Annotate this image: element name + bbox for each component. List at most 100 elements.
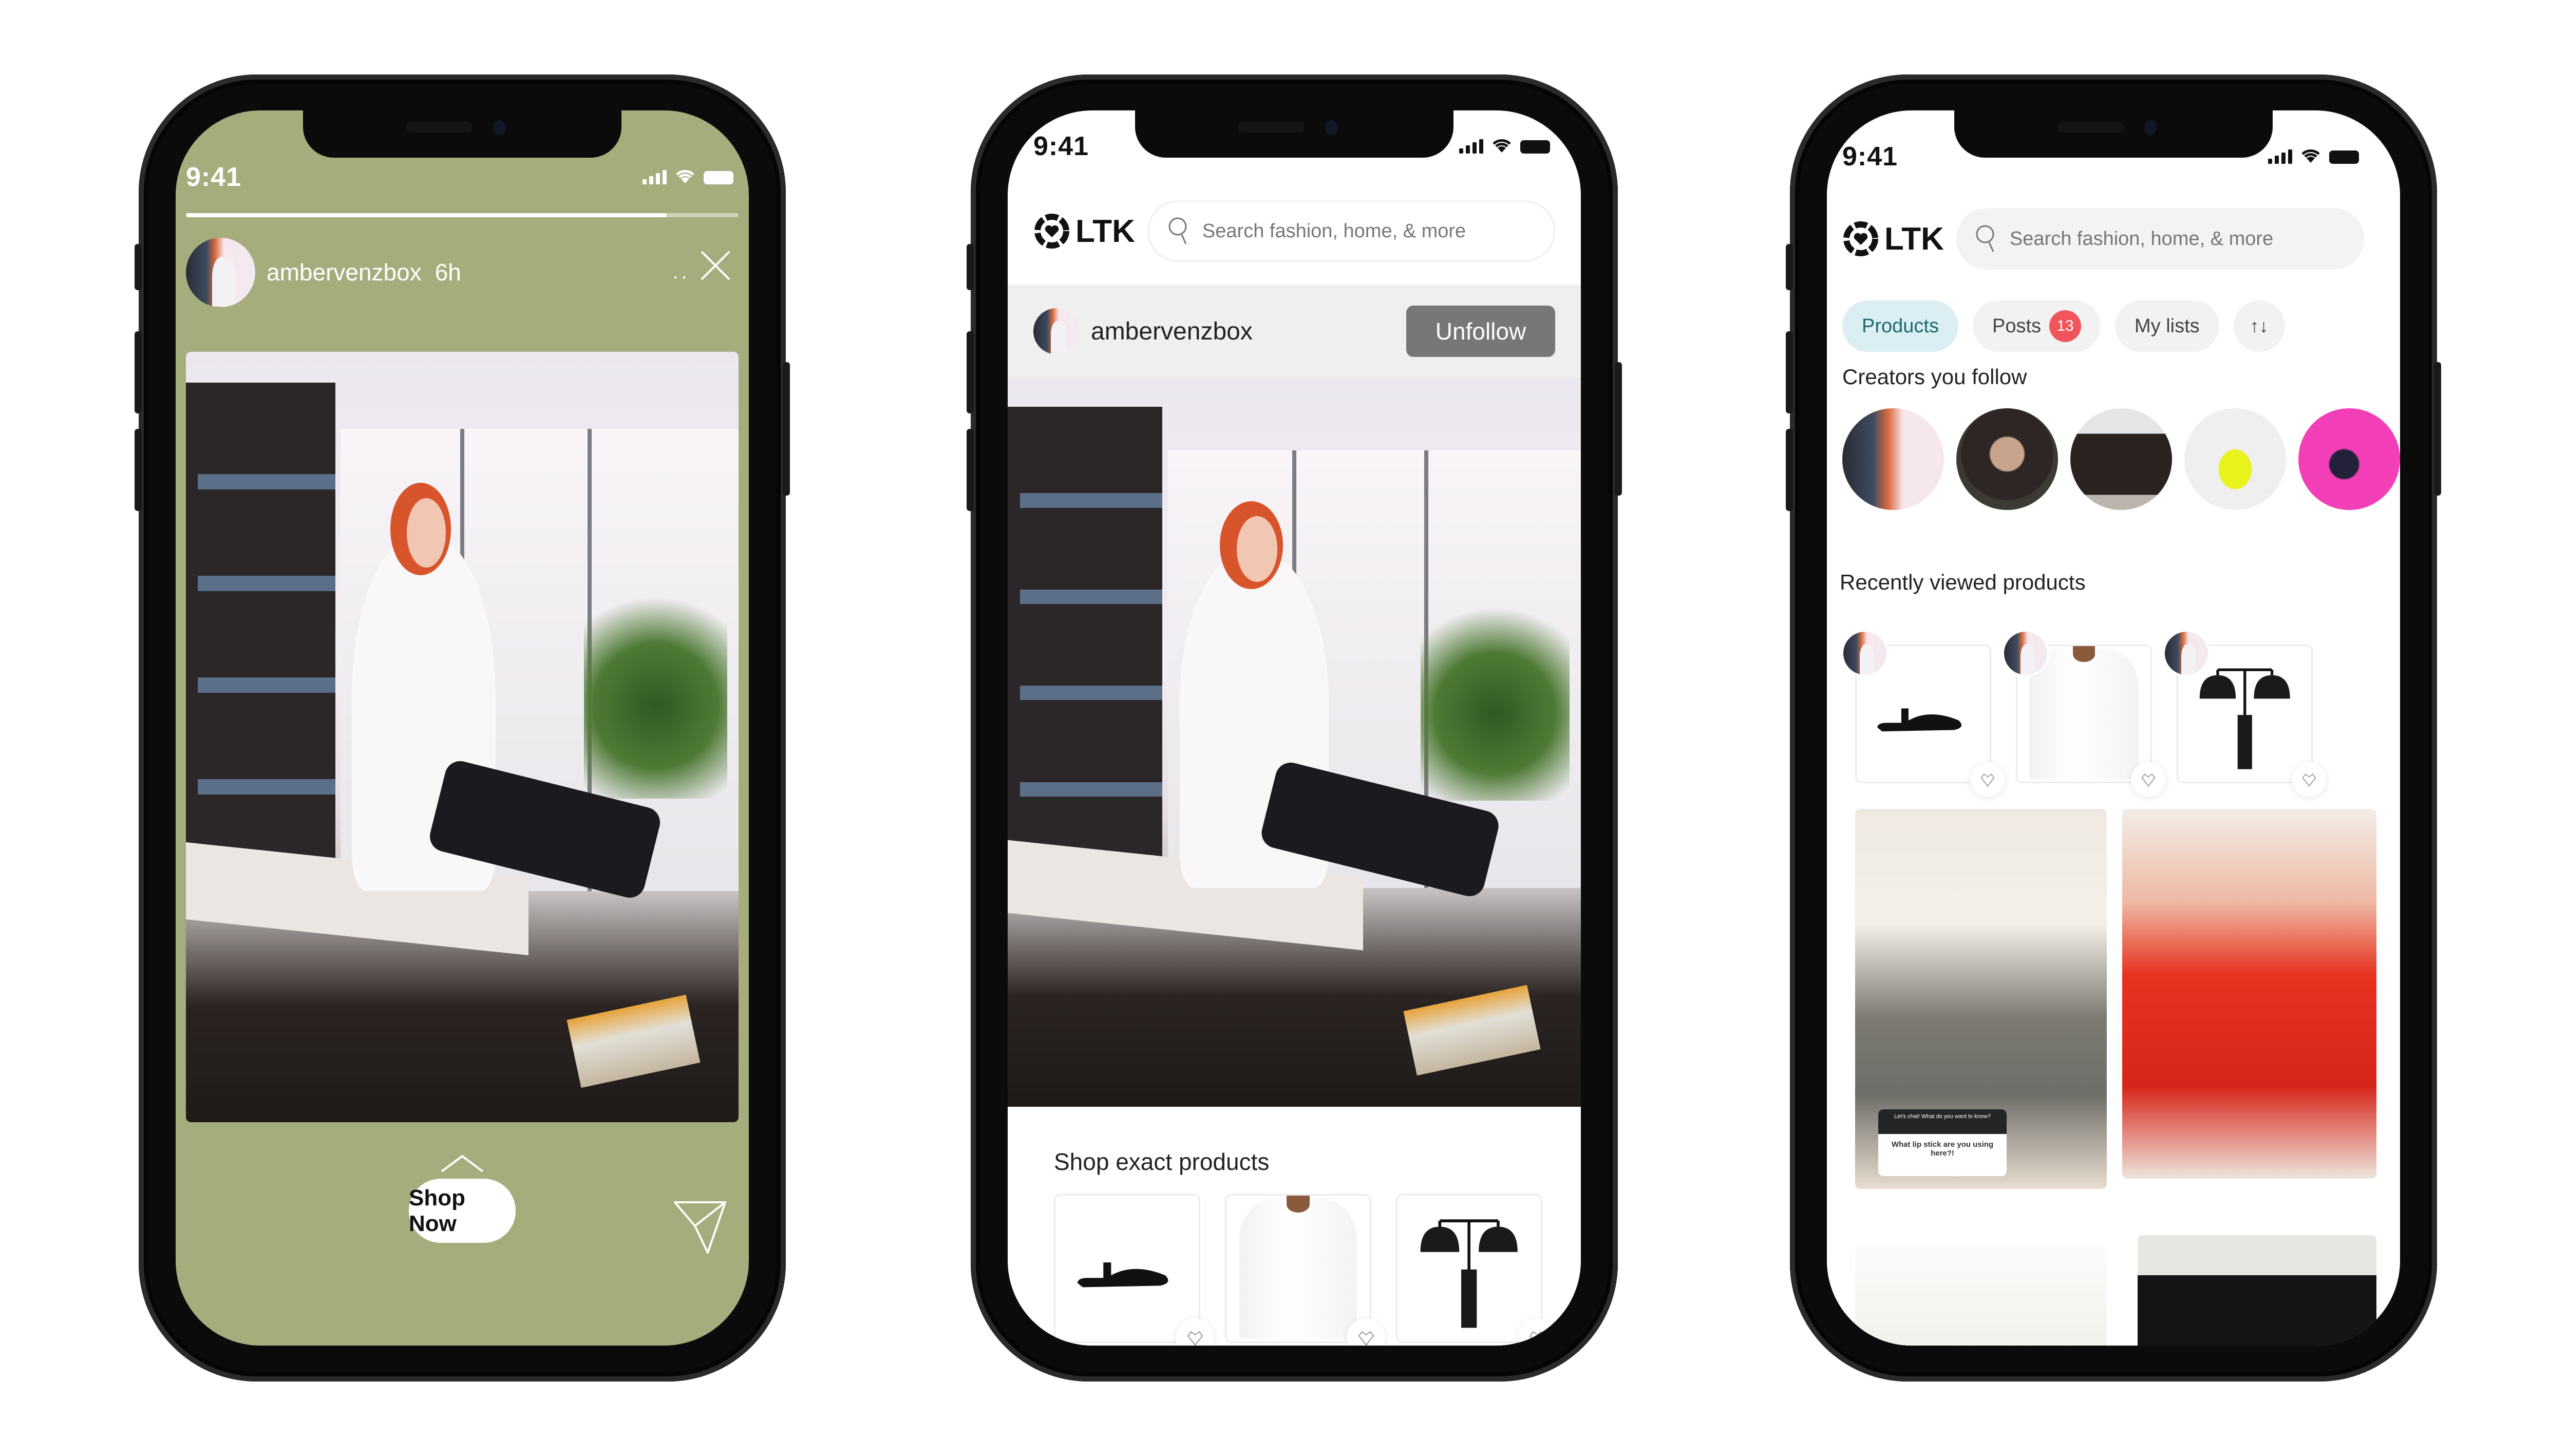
creator-mini-avatar — [2002, 630, 2049, 677]
signal-icon — [643, 170, 667, 184]
creator-username[interactable]: ambervenzbox — [1091, 317, 1253, 346]
volume-down-button — [967, 429, 974, 511]
heart-icon — [2141, 773, 2156, 787]
favorite-button[interactable] — [2292, 762, 2327, 797]
notch — [1954, 110, 2273, 158]
story-username[interactable]: ambervenzbox — [267, 258, 422, 286]
story-header: ambervenzbox 6h ·· — [186, 236, 739, 308]
avatar[interactable] — [186, 237, 255, 307]
product-image-shirt — [1239, 1196, 1357, 1339]
shop-exact-products-title: Shop exact products — [1054, 1148, 1270, 1175]
ltk-heart-logo-icon — [1843, 221, 1878, 256]
volume-down-button — [1786, 429, 1793, 511]
recent-product-card[interactable] — [2163, 630, 2327, 797]
recent-product-card[interactable] — [1841, 630, 2005, 797]
tab-my-lists[interactable]: My lists — [2115, 300, 2219, 352]
product-card[interactable] — [1225, 1194, 1385, 1346]
story-screen: 9:41 ambervenzbox 6h ·· Shop Now — [176, 110, 749, 1346]
search-input[interactable]: Search fashion, home, & more — [1147, 200, 1555, 262]
search-placeholder: Search fashion, home, & more — [2009, 228, 2274, 250]
tab-products[interactable]: Products — [1842, 300, 1958, 352]
heart-icon — [2302, 773, 2316, 787]
recently-viewed-title: Recently viewed products — [1840, 570, 2086, 594]
mute-switch — [135, 244, 142, 290]
heart-icon — [1358, 1331, 1374, 1346]
ltk-heart-logo-icon — [1034, 214, 1069, 249]
ltk-logo[interactable]: LTK — [1033, 213, 1135, 250]
favorite-button[interactable] — [1970, 762, 2005, 797]
chevron-up-icon[interactable] — [439, 1153, 485, 1174]
product-image-lamp — [1420, 1219, 1518, 1328]
signal-icon — [1459, 139, 1483, 154]
send-icon[interactable] — [672, 1199, 728, 1256]
creator-avatar[interactable] — [2184, 408, 2286, 510]
home-screen: 9:41 LTK Search fashion, home, & more Pr… — [1827, 110, 2400, 1346]
wifi-icon — [2301, 149, 2320, 163]
question-prompt: Let's chat! What do you want to know? — [1878, 1109, 2007, 1134]
post-photo[interactable] — [1008, 377, 1581, 1107]
volume-up-button — [1786, 331, 1793, 413]
phone-story: 9:41 ambervenzbox 6h ·· Shop Now — [135, 74, 790, 1382]
wifi-icon — [1493, 139, 1511, 153]
product-row — [1054, 1194, 1556, 1346]
close-icon[interactable] — [697, 248, 733, 283]
creator-avatar[interactable] — [1956, 408, 2058, 510]
creators-row — [1842, 408, 2400, 510]
product-image-sandal — [1078, 1262, 1168, 1288]
app-header: LTK Search fashion, home, & more — [1842, 208, 2364, 270]
filter-tabs: Products Posts 13 My lists ↑↓ — [1842, 300, 2285, 352]
creator-avatar[interactable] — [2298, 408, 2400, 510]
phone-home: 9:41 LTK Search fashion, home, & more Pr… — [1786, 74, 2441, 1382]
recent-product-card[interactable] — [2002, 630, 2166, 797]
post-tile[interactable] — [2138, 1235, 2376, 1346]
more-options-icon[interactable]: ·· — [672, 265, 690, 288]
search-placeholder: Search fashion, home, & more — [1202, 220, 1466, 242]
post-tile[interactable]: Let's chat! What do you want to know? Wh… — [1855, 809, 2107, 1189]
question-sticker: Let's chat! What do you want to know? Wh… — [1878, 1109, 2007, 1176]
brand-name: LTK — [1075, 213, 1135, 249]
status-time: 9:41 — [1033, 131, 1089, 161]
tab-label: Posts — [1992, 315, 2042, 337]
notch — [303, 110, 621, 158]
creator-mini-avatar — [1841, 630, 1889, 677]
search-icon — [1976, 225, 1994, 252]
status-bar: 9:41 — [176, 162, 749, 198]
search-input[interactable]: Search fashion, home, & more — [1956, 208, 2364, 270]
story-progress-bar — [186, 213, 739, 217]
post-tile[interactable] — [2122, 809, 2376, 1179]
favorite-button[interactable] — [2131, 762, 2166, 797]
battery-icon — [1520, 140, 1550, 154]
tab-label: Products — [1862, 315, 1939, 337]
power-button — [2434, 362, 2441, 496]
creator-avatar[interactable] — [1842, 408, 1944, 510]
status-time: 9:41 — [186, 162, 242, 192]
tab-label: My lists — [2135, 315, 2200, 337]
favorite-button[interactable] — [1176, 1318, 1214, 1346]
search-icon — [1168, 217, 1187, 244]
phone-post: 9:41 LTK Search fashion, home, & more am… — [967, 74, 1622, 1382]
brand-name: LTK — [1884, 221, 1944, 257]
posts-count-badge: 13 — [2049, 310, 2082, 342]
product-card[interactable] — [1054, 1194, 1214, 1346]
sort-icon: ↑↓ — [2250, 315, 2269, 336]
volume-up-button — [135, 331, 142, 413]
avatar[interactable] — [1033, 308, 1080, 354]
product-card[interactable] — [1396, 1194, 1556, 1346]
question-answer: What lip stick are you using here?! — [1891, 1140, 1994, 1158]
app-header: LTK Search fashion, home, & more — [1033, 200, 1555, 262]
shop-now-button[interactable]: Shop Now — [409, 1179, 516, 1243]
heart-icon — [1980, 773, 1995, 787]
post-screen: 9:41 LTK Search fashion, home, & more am… — [1008, 110, 1581, 1346]
post-tile[interactable] — [1855, 1245, 2107, 1346]
story-photo — [186, 352, 739, 1122]
tab-posts[interactable]: Posts 13 — [1972, 300, 2101, 352]
product-image-shirt — [2029, 646, 2139, 779]
sort-button[interactable]: ↑↓ — [2233, 300, 2285, 352]
heart-icon — [1529, 1331, 1545, 1346]
story-timestamp: 6h — [435, 259, 461, 286]
ltk-logo[interactable]: LTK — [1842, 220, 1944, 257]
unfollow-button[interactable]: Unfollow — [1406, 306, 1555, 357]
mute-switch — [1786, 244, 1793, 290]
battery-icon — [704, 171, 733, 184]
creator-avatar[interactable] — [2070, 408, 2172, 510]
